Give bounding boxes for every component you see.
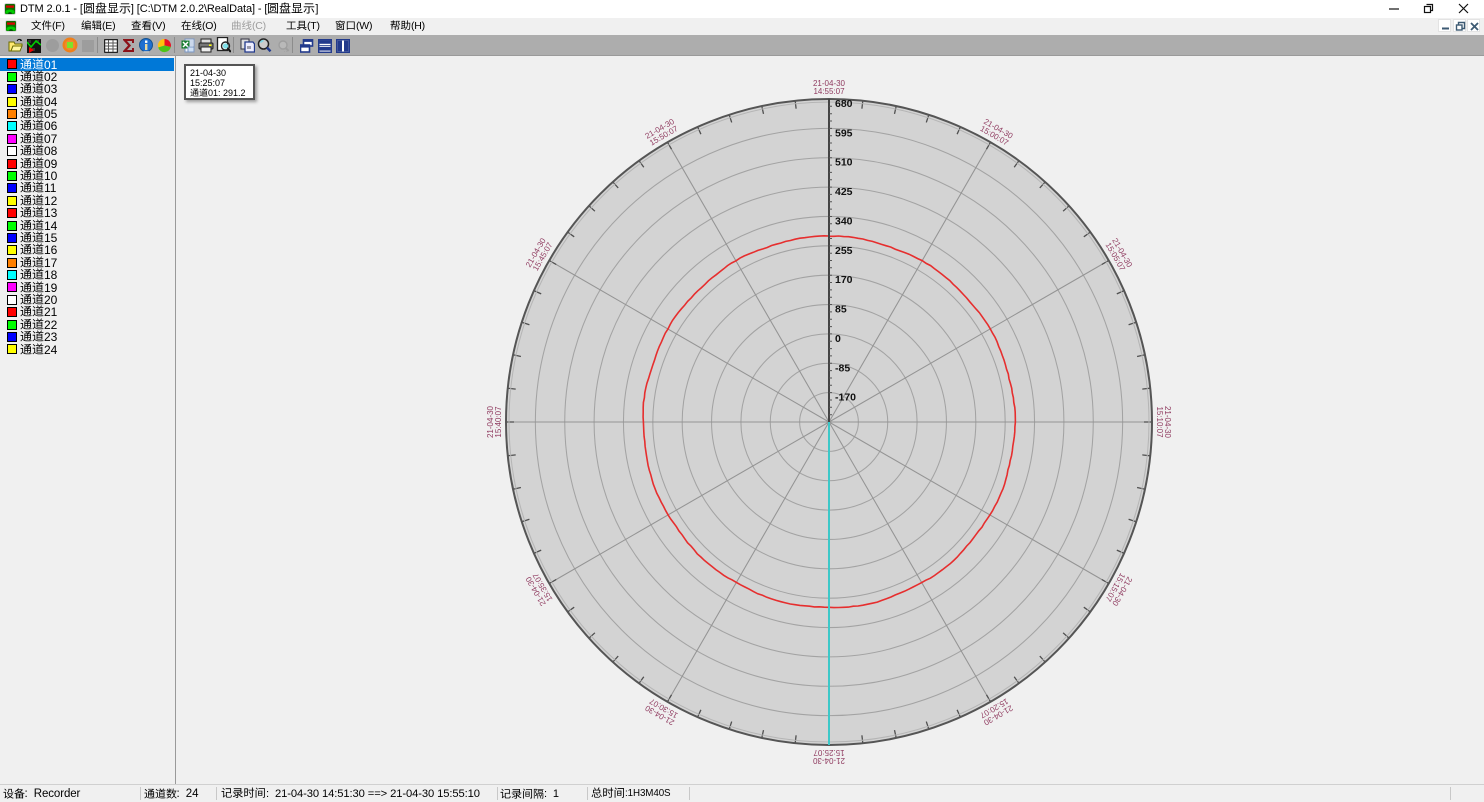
- svg-text:425: 425: [835, 186, 853, 198]
- svg-text:170: 170: [835, 274, 853, 286]
- svg-text:340: 340: [835, 216, 853, 228]
- svg-text:85: 85: [835, 304, 847, 316]
- svg-text:510: 510: [835, 157, 853, 169]
- svg-text:595: 595: [835, 127, 853, 139]
- svg-text:255: 255: [835, 245, 853, 257]
- svg-text:0: 0: [835, 333, 841, 345]
- svg-text:15:10:07: 15:10:07: [1155, 406, 1164, 438]
- svg-text:15:25:07: 15:25:07: [813, 748, 845, 757]
- svg-text:680: 680: [835, 98, 853, 110]
- svg-text:-170: -170: [835, 392, 856, 404]
- svg-text:14:55:07: 14:55:07: [813, 87, 845, 96]
- svg-text:-85: -85: [835, 362, 850, 374]
- svg-text:15:40:07: 15:40:07: [494, 406, 503, 438]
